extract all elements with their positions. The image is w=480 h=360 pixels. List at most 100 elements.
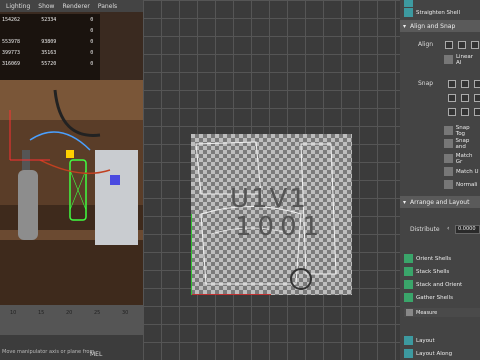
snap-checkbox[interactable] bbox=[461, 94, 469, 102]
align-max-u-icon[interactable] bbox=[458, 41, 466, 49]
stat-value: 0 bbox=[90, 49, 94, 56]
straighten-shell-icon bbox=[404, 8, 413, 17]
stat-value: 35163 bbox=[41, 49, 57, 56]
measure-row[interactable]: Measure bbox=[404, 308, 480, 317]
stat-value: 399773 bbox=[2, 49, 21, 56]
stat-row: 399773 35163 0 bbox=[0, 47, 100, 58]
menu-lighting[interactable]: Lighting bbox=[6, 3, 30, 10]
arrange-and-layout-title: Arrange and Layout bbox=[410, 198, 470, 206]
snap-checkbox[interactable] bbox=[461, 80, 469, 88]
arrange-and-layout-section[interactable]: ▾ Arrange and Layout bbox=[400, 196, 480, 208]
tick-label: 30 bbox=[122, 310, 129, 316]
stat-value: 0 bbox=[90, 60, 94, 67]
stat-row: 316069 55720 0 bbox=[0, 58, 100, 69]
collapse-arrow-icon: ▾ bbox=[403, 198, 407, 206]
stat-row: 0 bbox=[0, 25, 100, 36]
snap-checkbox[interactable] bbox=[448, 94, 456, 102]
help-line: Move manipulator axis or plane from bbox=[2, 349, 95, 355]
layout-label: Layout bbox=[416, 337, 435, 344]
heads-up-display-stats: 154262 52334 0 0 553978 93809 0 399773 3… bbox=[0, 14, 100, 80]
align-and-snap-section[interactable]: ▾ Align and Snap bbox=[400, 20, 480, 32]
stat-value: 0 bbox=[90, 27, 94, 34]
snap-checkbox[interactable] bbox=[448, 108, 456, 116]
tick-label: 20 bbox=[66, 310, 73, 316]
menu-show[interactable]: Show bbox=[38, 3, 54, 10]
collapse-arrow-icon: ▾ bbox=[403, 22, 407, 30]
match-uv-icon bbox=[444, 167, 453, 176]
snap-and-stack-label: Snap and bbox=[455, 137, 470, 150]
orient-shells-icon bbox=[404, 254, 413, 263]
stack-shells-button[interactable]: Stack Shells bbox=[404, 266, 480, 277]
match-uv-button[interactable]: Match U bbox=[444, 166, 479, 177]
measure-label: Measure bbox=[416, 309, 438, 316]
align-min-u-icon[interactable] bbox=[445, 41, 453, 49]
linear-align-label: Linear Al bbox=[455, 53, 474, 66]
layout-button[interactable]: Layout bbox=[404, 335, 480, 346]
straighten-shell-label: Straighten Shell bbox=[416, 9, 460, 16]
menu-panels[interactable]: Panels bbox=[98, 3, 117, 10]
stat-value: 0 bbox=[90, 16, 94, 23]
tick-label: 15 bbox=[38, 310, 45, 316]
mel-label[interactable]: MEL bbox=[90, 351, 102, 358]
straighten-icon bbox=[404, 0, 413, 7]
time-slider-ticks: 10 15 20 25 30 bbox=[0, 305, 143, 335]
snap-together-icon bbox=[444, 126, 453, 135]
stat-value: 93809 bbox=[41, 38, 57, 45]
stack-and-orient-icon bbox=[404, 280, 413, 289]
normalize-label: Normali bbox=[456, 181, 478, 188]
measure-icon bbox=[406, 309, 413, 316]
snap-checkbox[interactable] bbox=[461, 108, 469, 116]
match-grid-button[interactable]: Match Gr bbox=[444, 152, 480, 165]
distribute-field[interactable]: 0.0000 bbox=[455, 225, 480, 234]
stat-value: 154262 bbox=[2, 16, 21, 23]
align-center-icon[interactable] bbox=[471, 41, 479, 49]
gather-shells-label: Gather Shells bbox=[416, 294, 453, 301]
linear-align-icon bbox=[444, 55, 453, 64]
uv-tile-number: 1001 bbox=[235, 212, 326, 242]
normalize-icon bbox=[444, 180, 453, 189]
uv-tile-label: U1V1 bbox=[230, 184, 308, 214]
command-line-bar bbox=[0, 335, 143, 360]
stat-value: 55720 bbox=[41, 60, 57, 67]
stat-row: 553978 93809 0 bbox=[0, 36, 100, 47]
match-uv-label: Match U bbox=[456, 168, 479, 175]
snap-and-stack-icon bbox=[444, 139, 453, 148]
align-label: Align bbox=[418, 41, 434, 48]
gather-shells-icon bbox=[404, 293, 413, 302]
stat-value: 553978 bbox=[2, 38, 21, 45]
straighten-shell-button[interactable]: Straighten Shell bbox=[404, 7, 460, 18]
align-and-snap-title: Align and Snap bbox=[410, 22, 456, 30]
layout-along-icon bbox=[404, 349, 413, 358]
stack-and-orient-button[interactable]: Stack and Orient bbox=[404, 279, 480, 290]
stat-row: 154262 52334 0 bbox=[0, 14, 100, 25]
stat-value: 0 bbox=[90, 38, 94, 45]
stack-and-orient-label: Stack and Orient bbox=[416, 281, 463, 288]
layout-icon bbox=[404, 336, 413, 345]
orient-shells-label: Orient Shells bbox=[416, 255, 452, 262]
snap-checkbox[interactable] bbox=[448, 80, 456, 88]
linear-align-button[interactable]: Linear Al bbox=[444, 53, 480, 66]
gather-shells-button[interactable]: Gather Shells bbox=[404, 292, 480, 303]
snap-together-button[interactable]: Snap Tog bbox=[444, 124, 480, 137]
stack-shells-label: Stack Shells bbox=[416, 268, 450, 275]
tick-label: 10 bbox=[10, 310, 17, 316]
snap-checkbox[interactable] bbox=[474, 94, 480, 102]
match-grid-icon bbox=[444, 154, 453, 163]
normalize-button[interactable]: Normali bbox=[444, 179, 477, 190]
stack-shells-icon bbox=[404, 267, 413, 276]
snap-checkbox[interactable] bbox=[474, 80, 480, 88]
layout-along-button[interactable]: Layout Along bbox=[404, 348, 480, 359]
match-grid-label: Match Gr bbox=[455, 152, 473, 165]
stat-value: 316069 bbox=[2, 60, 21, 67]
tick-label: 25 bbox=[94, 310, 101, 316]
snap-and-stack-button[interactable]: Snap and bbox=[444, 137, 480, 150]
snap-label: Snap bbox=[418, 80, 434, 87]
orient-shells-button[interactable]: Orient Shells bbox=[404, 253, 480, 264]
menu-renderer[interactable]: Renderer bbox=[62, 3, 89, 10]
distribute-label: Distribute bbox=[410, 226, 440, 233]
snap-together-label: Snap Tog bbox=[455, 124, 470, 137]
snap-checkbox[interactable] bbox=[474, 108, 480, 116]
distribute-decrement-icon[interactable]: ‹ bbox=[447, 225, 449, 232]
stat-value: 52334 bbox=[41, 16, 57, 23]
viewport-menu-bar: Lighting Show Renderer Panels bbox=[0, 0, 143, 12]
